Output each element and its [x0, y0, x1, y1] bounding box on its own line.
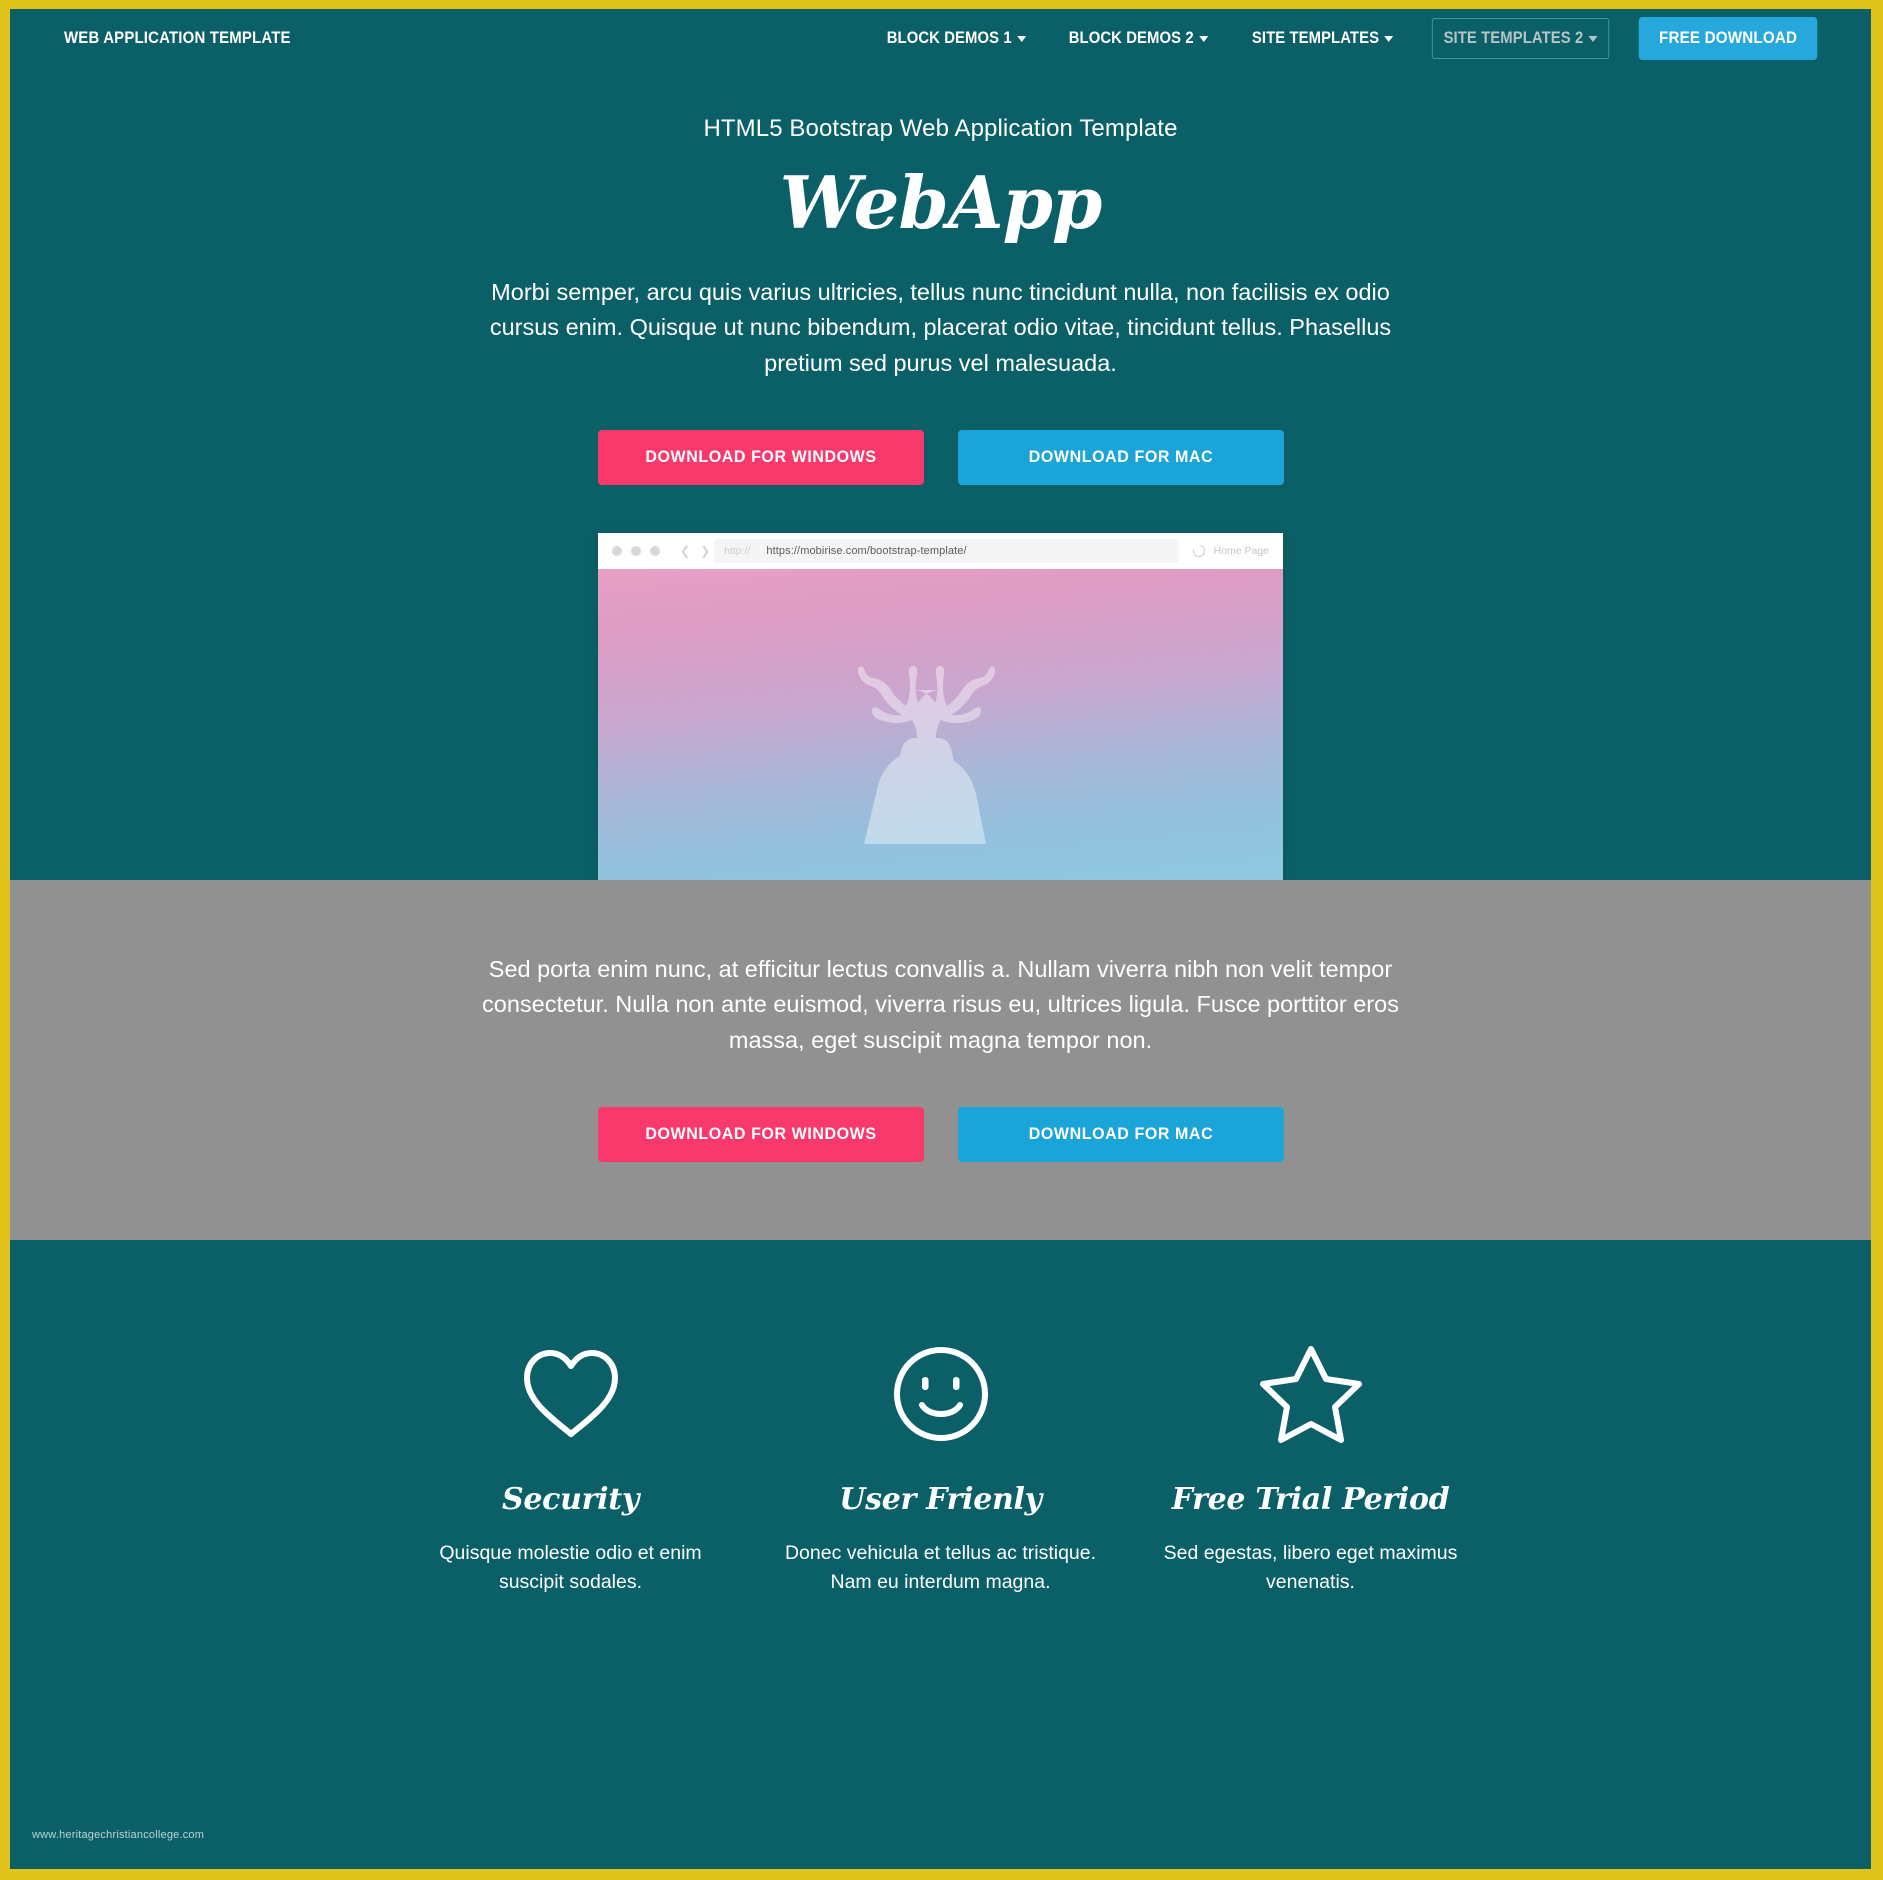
nav-item-label: BLOCK DEMOS 1 — [886, 28, 1012, 47]
nav-item-label: BLOCK DEMOS 2 — [1069, 28, 1194, 47]
feature-description: Donec vehicula et tellus ac tristique. N… — [784, 1541, 1097, 1594]
feature-card-security: Security Quisque molestie odio et enim s… — [386, 1336, 756, 1598]
nav-item-site-templates[interactable]: SITE TEMPLATES — [1239, 23, 1406, 54]
url-placeholder: http:// — [724, 544, 751, 557]
gray-button-row: DOWNLOAD FOR WINDOWS DOWNLOAD FOR MAC — [10, 1106, 1871, 1162]
free-download-button[interactable]: FREE DOWNLOAD — [1638, 16, 1818, 60]
navigation-arrows: ❮ ❯ — [680, 544, 710, 558]
nav-item-label: SITE TEMPLATES 2 — [1443, 28, 1583, 47]
feature-card-free-trial: Free Trial Period Sed egestas, libero eg… — [1126, 1336, 1496, 1598]
hero-button-row: DOWNLOAD FOR WINDOWS DOWNLOAD FOR MAC — [10, 429, 1871, 485]
feature-description: Quisque molestie odio et enim suscipit s… — [439, 1541, 702, 1594]
nav-item-block-demos-1[interactable]: BLOCK DEMOS 1 — [874, 23, 1039, 54]
home-page-label[interactable]: Home Page — [1214, 545, 1269, 557]
smiley-icon — [756, 1336, 1126, 1452]
chevron-down-icon — [1199, 36, 1209, 42]
browser-viewport — [598, 568, 1283, 880]
gray-download-windows-button[interactable]: DOWNLOAD FOR WINDOWS — [597, 1106, 924, 1162]
forward-arrow-icon[interactable]: ❯ — [700, 544, 710, 558]
star-icon — [1126, 1336, 1496, 1452]
hero-kicker: HTML5 Bootstrap Web Application Template — [703, 115, 1178, 142]
nav-item-site-templates-2[interactable]: SITE TEMPLATES 2 — [1431, 17, 1609, 59]
hero-download-windows-button[interactable]: DOWNLOAD FOR WINDOWS — [597, 429, 924, 485]
feature-description: Sed egestas, libero eget maximus venenat… — [1163, 1541, 1458, 1594]
browser-mockup: ❮ ❯ http:// https://mobirise.com/bootstr… — [598, 532, 1283, 880]
browser-toolbar-right: Home Page — [1190, 542, 1269, 559]
window-maximize-dot-icon — [650, 545, 660, 556]
back-arrow-icon[interactable]: ❮ — [680, 544, 690, 558]
hero-download-mac-button[interactable]: DOWNLOAD FOR MAC — [957, 429, 1284, 485]
brand-logo[interactable]: WEB APPLICATION TEMPLATE — [64, 28, 291, 48]
window-close-dot-icon — [612, 545, 622, 556]
gray-promo-section: Sed porta enim nunc, at efficitur lectus… — [10, 879, 1871, 1240]
nav-links: BLOCK DEMOS 1 BLOCK DEMOS 2 SITE TEMPLAT… — [865, 16, 1871, 60]
page-title: WebApp — [779, 160, 1103, 245]
features-section: Security Quisque molestie odio et enim s… — [10, 1240, 1871, 1598]
gray-paragraph: Sed porta enim nunc, at efficitur lectus… — [482, 955, 1399, 1054]
feature-card-user-friendly: User Frienly Donec vehicula et tellus ac… — [756, 1336, 1126, 1598]
window-minimize-dot-icon — [631, 545, 641, 556]
hero-section: HTML5 Bootstrap Web Application Template… — [10, 67, 1871, 880]
heart-icon — [386, 1336, 756, 1452]
window-controls — [612, 545, 660, 556]
url-value: https://mobirise.com/bootstrap-template/ — [766, 544, 967, 557]
feature-title: User Frienly — [839, 1481, 1042, 1517]
nav-item-block-demos-2[interactable]: BLOCK DEMOS 2 — [1056, 23, 1221, 54]
feature-title: Security — [502, 1481, 639, 1517]
footer-watermark: www.heritagechristiancollege.com — [32, 1829, 205, 1841]
page-root: WEB APPLICATION TEMPLATE BLOCK DEMOS 1 B… — [10, 9, 1871, 1869]
gray-download-mac-button[interactable]: DOWNLOAD FOR MAC — [957, 1106, 1284, 1162]
deer-silhouette-icon — [857, 666, 995, 845]
chevron-down-icon — [1016, 36, 1026, 42]
feature-title: Free Trial Period — [1171, 1481, 1450, 1517]
nav-item-label: SITE TEMPLATES — [1252, 28, 1380, 47]
chevron-down-icon — [1384, 36, 1394, 42]
reload-icon[interactable] — [1190, 542, 1207, 559]
url-input[interactable]: http:// https://mobirise.com/bootstrap-t… — [714, 538, 1179, 563]
chevron-down-icon — [1588, 36, 1598, 42]
hero-paragraph: Morbi semper, arcu quis varius ultricies… — [489, 278, 1392, 377]
browser-toolbar: ❮ ❯ http:// https://mobirise.com/bootstr… — [598, 532, 1283, 569]
navbar: WEB APPLICATION TEMPLATE BLOCK DEMOS 1 B… — [10, 9, 1871, 67]
